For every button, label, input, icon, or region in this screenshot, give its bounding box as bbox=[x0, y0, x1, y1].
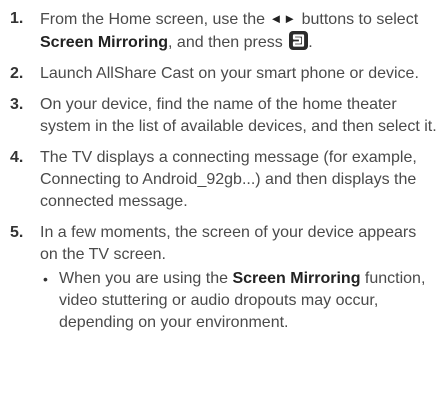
step-number: 5. bbox=[10, 224, 24, 241]
step-text-part: buttons to select bbox=[297, 11, 419, 28]
screen-mirroring-label: Screen Mirroring bbox=[232, 270, 361, 287]
step-3: 3. On your device, find the name of the … bbox=[10, 94, 438, 138]
enter-button-icon bbox=[289, 31, 309, 50]
list-item: • When you are using the Screen Mirrorin… bbox=[40, 268, 438, 334]
step-number: 1. bbox=[10, 10, 24, 27]
step-1: 1. From the Home screen, use the ◄► butt… bbox=[10, 8, 438, 54]
step-text: On your device, find the name of the hom… bbox=[40, 96, 437, 135]
step-number: 4. bbox=[10, 149, 24, 166]
step-2: 2. Launch AllShare Cast on your smart ph… bbox=[10, 63, 438, 85]
step-number: 3. bbox=[10, 96, 24, 113]
step-text: In a few moments, the screen of your dev… bbox=[40, 224, 417, 263]
step-text-part: From the Home screen, use the bbox=[40, 11, 270, 28]
step-body: In a few moments, the screen of your dev… bbox=[40, 222, 438, 334]
step-text-part: , and then press bbox=[168, 34, 288, 51]
screen-mirroring-label: Screen Mirroring bbox=[40, 34, 169, 51]
note-text: When you are using the Screen Mirroring … bbox=[59, 268, 438, 334]
step-4: 4. The TV displays a connecting message … bbox=[10, 147, 438, 213]
bullet-dot-icon: • bbox=[43, 271, 48, 287]
instruction-list: 1. From the Home screen, use the ◄► butt… bbox=[10, 8, 438, 343]
step-text: From the Home screen, use the ◄► buttons… bbox=[40, 8, 438, 54]
step-text: The TV displays a connecting message (fo… bbox=[40, 149, 417, 210]
note-text-part: When you are using the bbox=[59, 270, 233, 287]
step-text-part: . bbox=[308, 34, 313, 51]
step-5: 5. In a few moments, the screen of your … bbox=[10, 222, 438, 334]
note-list: • When you are using the Screen Mirrorin… bbox=[40, 268, 438, 334]
step-number: 2. bbox=[10, 65, 24, 82]
step-text: Launch AllShare Cast on your smart phone… bbox=[40, 65, 419, 82]
left-right-arrows-icon: ◄► bbox=[269, 11, 298, 26]
